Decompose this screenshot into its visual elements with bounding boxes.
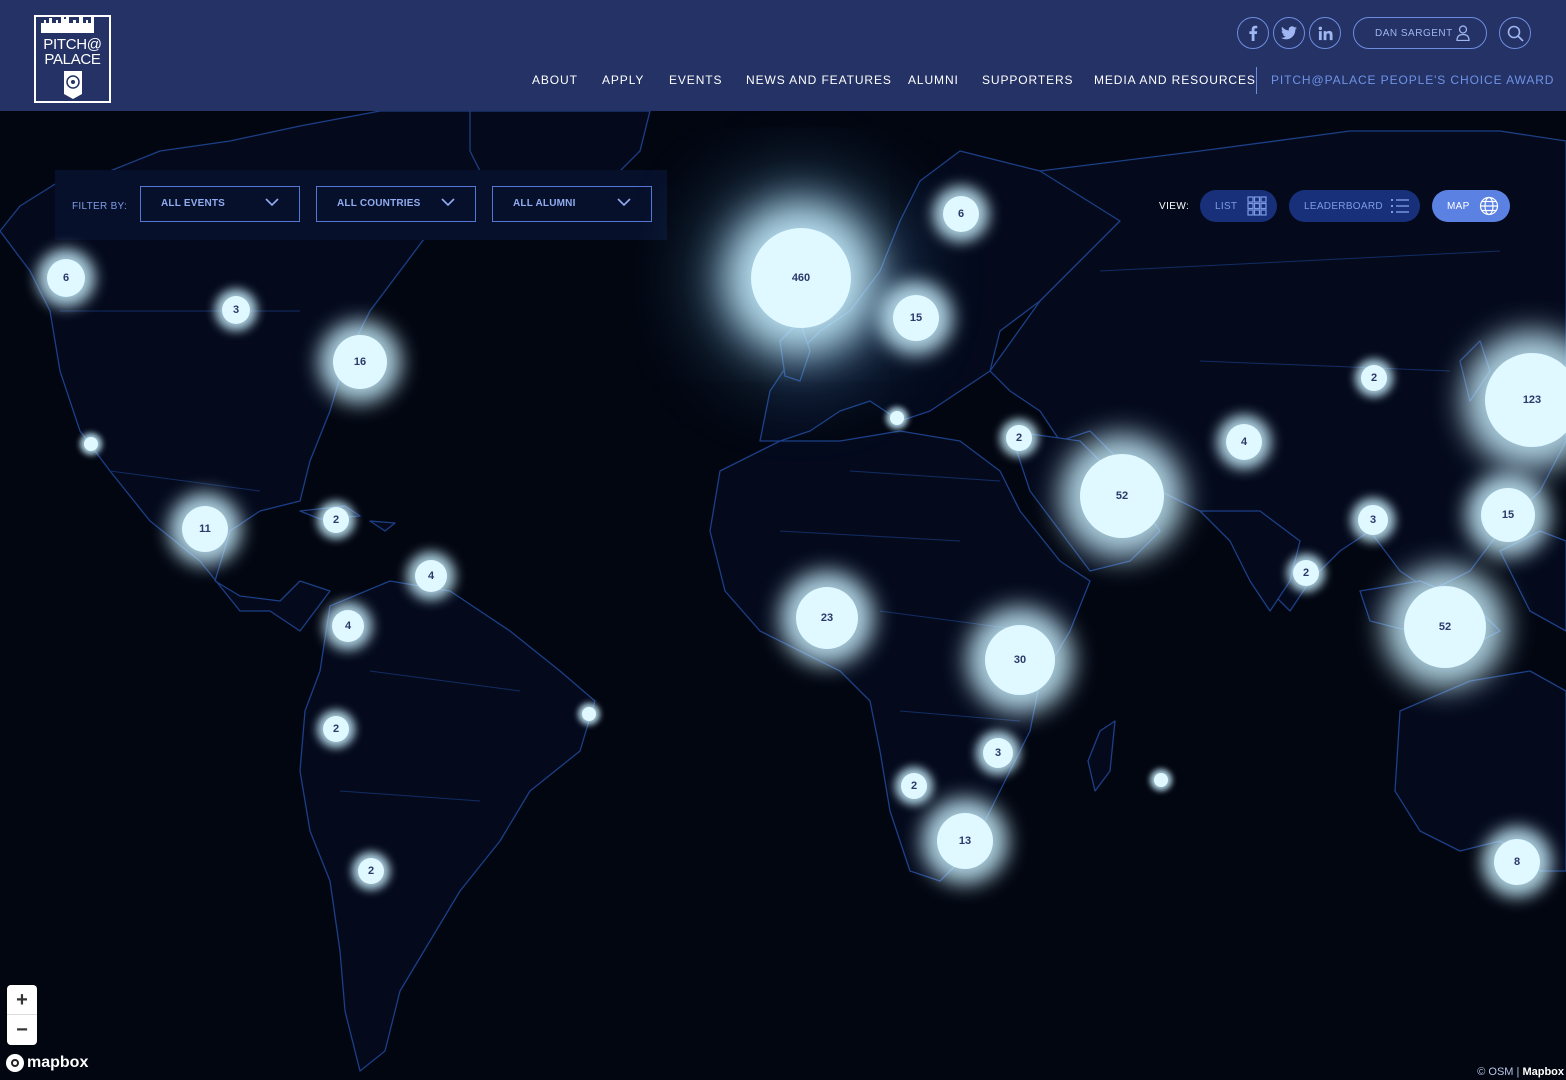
- map-cluster[interactable]: 460: [751, 228, 851, 328]
- alumni-filter-value: ALL ALUMNI: [513, 198, 576, 209]
- nav-divider: [1256, 67, 1257, 94]
- zoom-in-button[interactable]: +: [7, 985, 37, 1015]
- map-attribution: © OSM | Mapbox: [1477, 1066, 1564, 1078]
- view-leaderboard-label: LEADERBOARD: [1304, 200, 1383, 212]
- user-account-button[interactable]: DAN SARGENT: [1353, 17, 1487, 49]
- map-marker[interactable]: [84, 437, 98, 451]
- pitch-at-palace-logo[interactable]: PITCH@ PALACE: [34, 15, 111, 103]
- map-cluster[interactable]: 13: [937, 813, 993, 869]
- view-label: VIEW:: [1159, 201, 1190, 212]
- view-map-label: MAP: [1447, 200, 1470, 212]
- view-map-button[interactable]: MAP: [1432, 190, 1510, 222]
- map-cluster[interactable]: 52: [1080, 454, 1164, 538]
- chevron-down-icon: [265, 198, 279, 207]
- map-marker[interactable]: [890, 411, 904, 425]
- zoom-controls: + −: [7, 985, 37, 1045]
- globe-icon: [1479, 196, 1499, 216]
- map-cluster[interactable]: 2: [901, 773, 927, 799]
- mapbox-logo[interactable]: mapbox: [6, 1054, 88, 1072]
- map-cluster[interactable]: 3: [1358, 505, 1388, 535]
- castle-icon: [41, 15, 94, 33]
- view-leaderboard-button[interactable]: LEADERBOARD: [1289, 190, 1420, 222]
- logo-text-line1: PITCH@: [43, 36, 102, 53]
- map-cluster[interactable]: 11: [182, 506, 228, 552]
- nav-news-and-features[interactable]: NEWS AND FEATURES: [746, 73, 892, 87]
- map-cluster[interactable]: 6: [47, 259, 85, 297]
- linkedin-icon[interactable]: [1309, 17, 1341, 49]
- chevron-down-icon: [441, 198, 455, 207]
- grid-icon: [1247, 196, 1267, 216]
- countries-filter-select[interactable]: ALL COUNTRIES: [316, 186, 476, 222]
- map-cluster[interactable]: 2: [1361, 365, 1387, 391]
- countries-filter-value: ALL COUNTRIES: [337, 198, 421, 209]
- twitter-icon[interactable]: [1273, 17, 1305, 49]
- site-header: PITCH@ PALACE DAN SARGENT ABOUT APPLY EV…: [0, 0, 1566, 111]
- chevron-down-icon: [617, 198, 631, 207]
- mapbox-icon: [6, 1054, 24, 1072]
- osm-attribution-link[interactable]: © OSM: [1477, 1066, 1513, 1078]
- nav-supporters[interactable]: SUPPORTERS: [982, 73, 1073, 87]
- map-cluster[interactable]: 16: [333, 335, 387, 389]
- nav-events[interactable]: EVENTS: [669, 73, 722, 87]
- nav-apply[interactable]: APPLY: [602, 73, 644, 87]
- view-list-label: LIST: [1215, 200, 1238, 212]
- map-cluster[interactable]: 2: [323, 716, 349, 742]
- mapbox-attribution-link[interactable]: Mapbox: [1522, 1066, 1564, 1078]
- map-cluster[interactable]: 4: [1226, 424, 1262, 460]
- facebook-icon[interactable]: [1237, 17, 1269, 49]
- filter-panel: FILTER BY: ALL EVENTS ALL COUNTRIES ALL …: [55, 170, 667, 240]
- attribution-separator: |: [1516, 1066, 1520, 1078]
- map-cluster[interactable]: 3: [222, 296, 250, 324]
- events-filter-select[interactable]: ALL EVENTS: [140, 186, 300, 222]
- map-cluster[interactable]: 30: [985, 625, 1055, 695]
- search-icon: [1507, 25, 1524, 42]
- map-cluster[interactable]: 23: [796, 587, 858, 649]
- nav-about[interactable]: ABOUT: [532, 73, 578, 87]
- map-cluster[interactable]: 4: [415, 560, 447, 592]
- filter-by-label: FILTER BY:: [72, 201, 128, 212]
- map-cluster[interactable]: 15: [893, 295, 939, 341]
- map-cluster[interactable]: 2: [1006, 425, 1032, 451]
- zoom-out-button[interactable]: −: [7, 1015, 37, 1045]
- alumni-filter-select[interactable]: ALL ALUMNI: [492, 186, 652, 222]
- map-cluster[interactable]: 52: [1404, 586, 1486, 668]
- view-list-button[interactable]: LIST: [1200, 190, 1277, 222]
- map-marker[interactable]: [582, 707, 596, 721]
- user-name: DAN SARGENT: [1375, 27, 1453, 39]
- crest-icon: [64, 71, 82, 99]
- logo-text-line2: PALACE: [44, 51, 101, 68]
- map-cluster[interactable]: 4: [332, 610, 364, 642]
- world-map[interactable]: FILTER BY: ALL EVENTS ALL COUNTRIES ALL …: [0, 111, 1566, 1080]
- list-icon: [1391, 199, 1409, 213]
- map-cluster[interactable]: 2: [358, 858, 384, 884]
- events-filter-value: ALL EVENTS: [161, 198, 226, 209]
- map-cluster[interactable]: 3: [983, 738, 1013, 768]
- map-cluster[interactable]: 15: [1481, 488, 1535, 542]
- map-cluster[interactable]: 6: [943, 196, 979, 232]
- nav-media-and-resources[interactable]: MEDIA AND RESOURCES: [1094, 73, 1256, 87]
- user-icon: [1456, 25, 1470, 41]
- search-button[interactable]: [1499, 17, 1531, 49]
- nav-peoples-choice-award[interactable]: PITCH@PALACE PEOPLE'S CHOICE AWARD: [1271, 73, 1554, 87]
- mapbox-logo-text: mapbox: [27, 1054, 89, 1071]
- nav-alumni[interactable]: ALUMNI: [908, 73, 959, 87]
- map-marker[interactable]: [1154, 773, 1168, 787]
- map-cluster[interactable]: 2: [1293, 560, 1319, 586]
- map-cluster[interactable]: 8: [1494, 839, 1540, 885]
- map-cluster[interactable]: 2: [323, 507, 349, 533]
